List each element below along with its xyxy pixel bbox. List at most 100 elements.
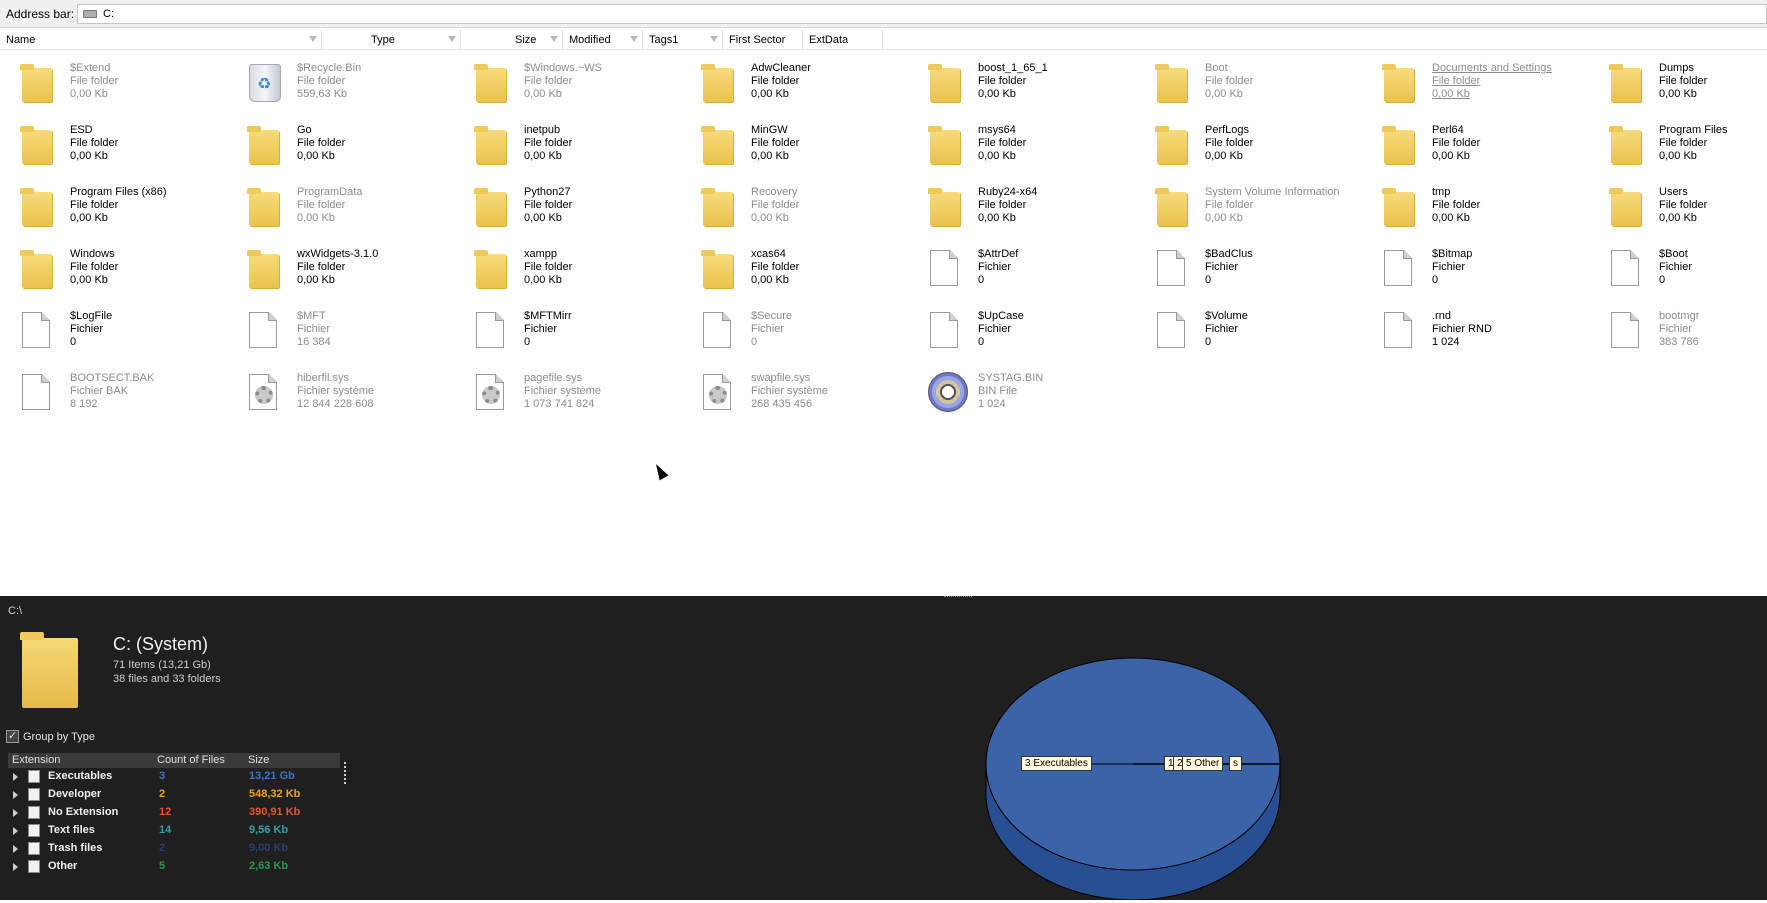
gear-icon <box>709 386 727 404</box>
header-count[interactable]: Count of Files <box>157 754 225 766</box>
file-icon <box>247 310 283 350</box>
file-tile[interactable]: $Boot Fichier 0 <box>1589 242 1767 300</box>
file-tile[interactable]: $AttrDef Fichier 0 <box>908 242 1128 300</box>
file-tile[interactable]: swapfile.sys Fichier système 268 435 456 <box>681 366 901 424</box>
expand-arrow-icon[interactable] <box>13 809 18 817</box>
file-tile[interactable]: Recovery File folder 0,00 Kb <box>681 180 901 238</box>
table-row[interactable]: Executables 3 13,21 Gb <box>8 768 340 786</box>
expand-arrow-icon[interactable] <box>13 827 18 835</box>
expand-arrow-icon[interactable] <box>13 845 18 853</box>
expand-arrow-icon[interactable] <box>13 863 18 871</box>
file-icon <box>1609 310 1645 350</box>
column-type-label: Type <box>371 34 395 46</box>
filter-icon[interactable] <box>550 36 558 42</box>
file-size: 0,00 Kb <box>1432 150 1470 162</box>
file-size: 0,00 Kb <box>524 150 562 162</box>
column-name[interactable]: Name <box>0 30 322 50</box>
file-tile[interactable]: inetpub File folder 0,00 Kb <box>454 118 674 176</box>
file-tile[interactable]: $Volume Fichier 0 <box>1135 304 1355 362</box>
table-row[interactable]: Trash files 2 9,00 Kb <box>8 840 340 858</box>
file-tile[interactable]: BOOTSECT.BAK Fichier BAK 8 192 <box>0 366 220 424</box>
file-tile[interactable]: $BadClus Fichier 0 <box>1135 242 1355 300</box>
address-input[interactable]: C: <box>77 4 1767 24</box>
file-tile[interactable]: bootmgr Fichier 383 786 <box>1589 304 1767 362</box>
file-size: 0,00 Kb <box>1205 88 1243 100</box>
panel-splitter[interactable] <box>944 596 972 599</box>
file-tile[interactable]: $Bitmap Fichier 0 <box>1362 242 1582 300</box>
file-tile[interactable]: Users File folder 0,00 Kb <box>1589 180 1767 238</box>
file-tile[interactable]: xampp File folder 0,00 Kb <box>454 242 674 300</box>
file-type: File folder <box>297 137 346 149</box>
file-tile[interactable]: pagefile.sys Fichier système 1 073 741 824 <box>454 366 674 424</box>
folder-icon <box>1155 62 1191 102</box>
column-first-sector[interactable]: First Sector <box>723 30 803 50</box>
file-tile[interactable]: $MFT Fichier 16 384 <box>227 304 447 362</box>
group-by-type-checkbox[interactable]: Group by Type <box>6 729 95 743</box>
table-row[interactable]: Other 5 2,63 Kb <box>8 858 340 876</box>
header-size[interactable]: Size <box>248 754 269 766</box>
filter-icon[interactable] <box>710 36 718 42</box>
file-tile[interactable]: Documents and Settings File folder 0,00 Kb <box>1362 56 1582 114</box>
checkbox-checked-icon[interactable] <box>6 729 19 743</box>
file-tile[interactable]: Ruby24-x64 File folder 0,00 Kb <box>908 180 1128 238</box>
file-size: 1 024 <box>978 398 1006 410</box>
table-row[interactable]: No Extension 12 390,91 Kb <box>8 804 340 822</box>
file-tile[interactable]: ProgramData File folder 0,00 Kb <box>227 180 447 238</box>
file-name: $LogFile <box>70 310 113 322</box>
expand-arrow-icon[interactable] <box>13 773 18 781</box>
file-type: File folder <box>751 261 800 273</box>
file-name: Ruby24-x64 <box>978 186 1038 198</box>
filter-icon[interactable] <box>448 36 456 42</box>
file-tile[interactable]: $Windows.~WS File folder 0,00 Kb <box>454 56 674 114</box>
file-tile[interactable]: Perl64 File folder 0,00 Kb <box>1362 118 1582 176</box>
folder-icon-shape <box>20 126 52 164</box>
file-tile-text: $Extend File folder 0,00 Kb <box>70 62 118 101</box>
header-extension[interactable]: Extension <box>12 754 60 766</box>
table-row[interactable]: Text files 14 9,56 Kb <box>8 822 340 840</box>
table-resize-handle[interactable] <box>344 762 346 784</box>
file-tile-text: $UpCase Fichier 0 <box>978 310 1024 349</box>
file-tile[interactable]: System Volume Information File folder 0,00… <box>1135 180 1355 238</box>
column-tags1[interactable]: Tags1 <box>643 30 723 50</box>
file-tile[interactable]: Go File folder 0,00 Kb <box>227 118 447 176</box>
table-row[interactable]: Developer 2 548,32 Kb <box>8 786 340 804</box>
file-tile-text: $Volume Fichier 0 <box>1205 310 1248 349</box>
file-tile[interactable]: $UpCase Fichier 0 <box>908 304 1128 362</box>
file-tile[interactable]: msys64 File folder 0,00 Kb <box>908 118 1128 176</box>
file-tile[interactable]: .rnd Fichier RND 1 024 <box>1362 304 1582 362</box>
expand-arrow-icon[interactable] <box>13 791 18 799</box>
file-tile[interactable]: $Extend File folder 0,00 Kb <box>0 56 220 114</box>
address-value[interactable]: C: <box>103 8 114 20</box>
file-tile[interactable]: $Secure Fichier 0 <box>681 304 901 362</box>
column-type[interactable]: Type <box>365 30 461 50</box>
file-tile-text: Recovery File folder 0,00 Kb <box>751 186 799 225</box>
file-tile[interactable]: Program Files (x86) File folder 0,00 Kb <box>0 180 220 238</box>
column-extdata[interactable]: ExtData <box>803 30 883 50</box>
file-tile[interactable]: $Recycle.BinFile folder559,63 Kb <box>227 56 447 114</box>
file-tile[interactable]: Python27 File folder 0,00 Kb <box>454 180 674 238</box>
file-tile[interactable]: $MFTMirr Fichier 0 <box>454 304 674 362</box>
file-tile[interactable]: wxWidgets-3.1.0 File folder 0,00 Kb <box>227 242 447 300</box>
file-tile[interactable]: Program Files File folder 0,00 Kb <box>1589 118 1767 176</box>
file-tile[interactable]: tmp File folder 0,00 Kb <box>1362 180 1582 238</box>
file-tile[interactable]: Dumps File folder 0,00 Kb <box>1589 56 1767 114</box>
column-modified[interactable]: Modified <box>563 30 643 50</box>
file-tile[interactable]: PerfLogs File folder 0,00 Kb <box>1135 118 1355 176</box>
file-tile[interactable]: ESD File folder 0,00 Kb <box>0 118 220 176</box>
folder-icon-shape <box>701 64 733 102</box>
column-size[interactable]: Size <box>461 30 563 50</box>
filter-icon[interactable] <box>630 36 638 42</box>
file-tile[interactable]: $LogFile Fichier 0 <box>0 304 220 362</box>
file-type: File folder <box>1659 199 1708 211</box>
file-tile[interactable]: SYSTAG.BIN BIN File 1 024 <box>908 366 1128 424</box>
filter-icon[interactable] <box>309 36 317 42</box>
file-tile[interactable]: xcas64 File folder 0,00 Kb <box>681 242 901 300</box>
file-tile-text: Program Files (x86) File folder 0,00 Kb <box>70 186 167 225</box>
file-type: Fichier <box>1432 261 1466 273</box>
file-tile[interactable]: boost_1_65_1 File folder 0,00 Kb <box>908 56 1128 114</box>
file-tile[interactable]: Windows File folder 0,00 Kb <box>0 242 220 300</box>
file-tile[interactable]: hiberfil.sys Fichier système 12 844 228 60… <box>227 366 447 424</box>
file-tile[interactable]: MinGW File folder 0,00 Kb <box>681 118 901 176</box>
file-tile[interactable]: AdwCleaner File folder 0,00 Kb <box>681 56 901 114</box>
file-tile[interactable]: Boot File folder 0,00 Kb <box>1135 56 1355 114</box>
